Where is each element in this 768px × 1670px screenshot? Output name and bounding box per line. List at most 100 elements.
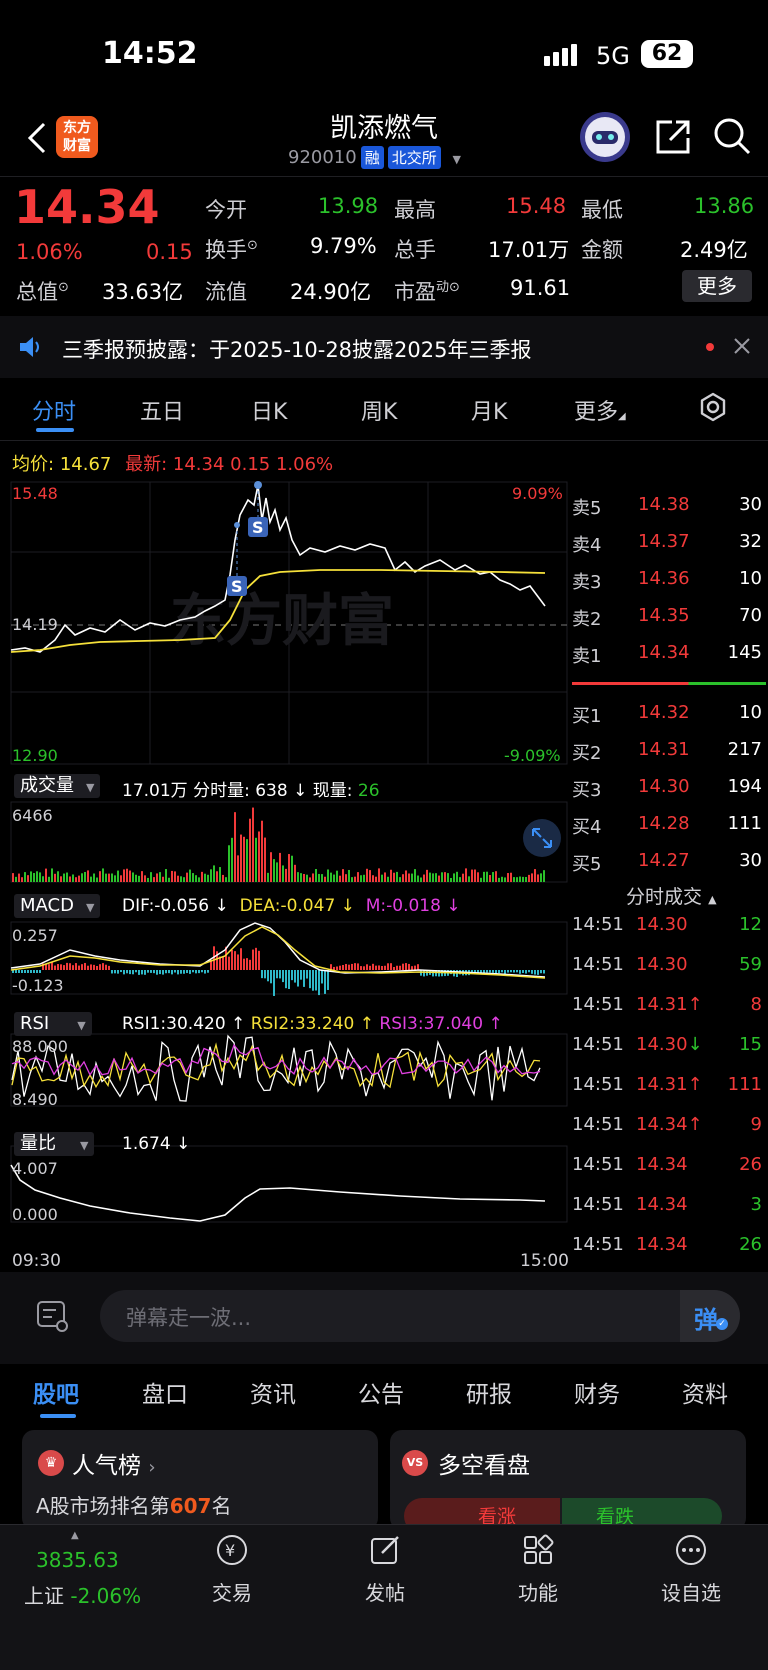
nav-watchlist[interactable]: 设自选 <box>651 1532 731 1606</box>
bid-volume: 111 <box>727 813 762 834</box>
tab-guba[interactable]: 股吧 <box>33 1375 79 1409</box>
macd-bar <box>366 964 368 970</box>
macd-bar <box>120 970 122 973</box>
volume-bar <box>54 873 56 882</box>
macd-bar <box>144 970 146 975</box>
tab-research[interactable]: 研报 <box>466 1375 512 1409</box>
rsi-indicator-button[interactable]: RSI ▼ <box>14 1012 92 1036</box>
share-icon[interactable] <box>654 118 692 156</box>
bid-price: 14.27 <box>638 850 690 871</box>
sentiment-card[interactable]: VS 多空看盘 看涨 看跌 <box>390 1430 746 1530</box>
more-button[interactable]: 更多 <box>682 270 752 302</box>
danmu-button[interactable]: 弹 ✓ <box>680 1290 740 1342</box>
macd-bar <box>138 970 140 975</box>
settings-gear-icon[interactable] <box>698 392 728 422</box>
rsi-info: RSI1:30.420 ↑ RSI2:33.240 ↑ RSI3:37.040 … <box>122 1014 503 1034</box>
volume-bar <box>366 868 368 882</box>
volume-bar <box>507 873 509 882</box>
volume-bar <box>465 868 467 882</box>
price-axis-ref: 14.19 <box>12 615 58 634</box>
exchange-tag: 北交所 <box>387 146 441 169</box>
macd-bar <box>396 965 398 970</box>
tab-news[interactable]: 资讯 <box>250 1375 296 1409</box>
volume-bar <box>336 870 338 882</box>
macd-bar <box>105 964 107 970</box>
tab-announcements[interactable]: 公告 <box>358 1375 404 1409</box>
high-value: 15.48 <box>506 194 567 218</box>
market-cap-label[interactable]: 总值⊙ <box>16 276 69 306</box>
pe-label[interactable]: 市盈动⊙ <box>394 276 460 306</box>
macd-bar <box>54 965 56 970</box>
volume-bar <box>156 873 158 882</box>
volume-bar <box>63 873 65 882</box>
macd-bar <box>402 963 404 970</box>
macd-bar <box>222 956 224 970</box>
nav-function[interactable]: 功能 <box>498 1532 578 1606</box>
ratio-indicator-button[interactable]: 量比 ▼ <box>14 1132 95 1156</box>
stock-subtitle[interactable]: 920010 融北交所 ▼ <box>288 146 461 169</box>
tab-profile[interactable]: 资料 <box>682 1375 728 1409</box>
speaker-icon <box>18 336 44 358</box>
volume-bar <box>48 876 50 882</box>
macd-bar <box>537 970 539 975</box>
tab-daily[interactable]: 日K <box>251 394 287 426</box>
comment-input[interactable]: 弹幕走一波... 弹 ✓ <box>100 1290 740 1342</box>
volume-bar <box>282 865 284 882</box>
nav-post[interactable]: 发帖 <box>345 1532 425 1606</box>
ask-label: 卖5 <box>572 498 602 519</box>
macd-indicator-button[interactable]: MACD ▼ <box>14 894 101 918</box>
rsi-axis-bottom: 8.490 <box>12 1090 58 1109</box>
svg-text:S: S <box>252 518 264 537</box>
volume-bar <box>387 876 389 882</box>
volume-bar <box>483 871 485 882</box>
tab-order-book[interactable]: 盘口 <box>142 1375 188 1409</box>
volume-bar <box>204 873 206 882</box>
volume-bar <box>270 852 272 882</box>
nav-trade[interactable]: ¥ 交易 <box>192 1532 272 1606</box>
macd-bar <box>531 970 533 974</box>
bid-row: 买1 14.32 10 <box>568 702 768 730</box>
change-amount: 0.15 <box>146 240 193 264</box>
macd-bar <box>198 970 200 974</box>
bid-price: 14.32 <box>638 702 690 723</box>
tab-five-day[interactable]: 五日 <box>140 394 184 426</box>
macd-bar <box>333 966 335 970</box>
danmu-settings-icon[interactable] <box>34 1298 70 1334</box>
volume-bar <box>243 836 245 882</box>
tab-financials[interactable]: 财务 <box>574 1375 620 1409</box>
turnover-label[interactable]: 换手⊙ <box>205 234 258 264</box>
volume-bar <box>57 871 59 882</box>
popularity-card[interactable]: ♛ 人气榜 › A股市场排名第607名 <box>22 1430 378 1530</box>
search-icon[interactable] <box>712 116 752 156</box>
volume-bar <box>99 871 101 882</box>
tab-more[interactable]: 更多◢ <box>574 394 626 426</box>
volume-bar <box>369 870 371 882</box>
volume-bar <box>240 834 242 882</box>
robot-assistant-icon[interactable] <box>580 112 630 162</box>
trades-header[interactable]: 分时成交 ▲ <box>626 882 717 909</box>
bid-price: 14.31 <box>638 739 690 760</box>
macd-info: DIF:-0.056 ↓ DEA:-0.047 ↓ M:-0.018 ↓ <box>122 896 461 916</box>
tab-monthly[interactable]: 月K <box>471 394 507 426</box>
volume-indicator-button[interactable]: 成交量 ▼ <box>14 774 101 798</box>
close-icon[interactable] <box>733 337 751 355</box>
volume-info: 17.01万 分时量: 638 ↓ 现量: 26 <box>122 781 380 801</box>
macd-bar <box>417 964 419 970</box>
volume-bar <box>126 868 128 882</box>
volume-bar <box>417 875 419 882</box>
macd-bar <box>156 970 158 975</box>
ask-price: 14.36 <box>638 568 690 589</box>
tab-intraday[interactable]: 分时 <box>32 394 76 426</box>
volume-bar <box>132 872 134 882</box>
volume-bar <box>294 864 296 882</box>
macd-bar <box>279 970 281 979</box>
volume-bar <box>537 874 539 882</box>
tab-weekly[interactable]: 周K <box>361 394 397 426</box>
macd-bar <box>372 963 374 970</box>
volume-bar <box>405 870 407 882</box>
macd-bar <box>258 950 260 970</box>
macd-bar <box>399 965 401 970</box>
expand-icon[interactable] <box>523 819 561 857</box>
macd-bar <box>129 970 131 975</box>
macd-bar <box>72 965 74 970</box>
